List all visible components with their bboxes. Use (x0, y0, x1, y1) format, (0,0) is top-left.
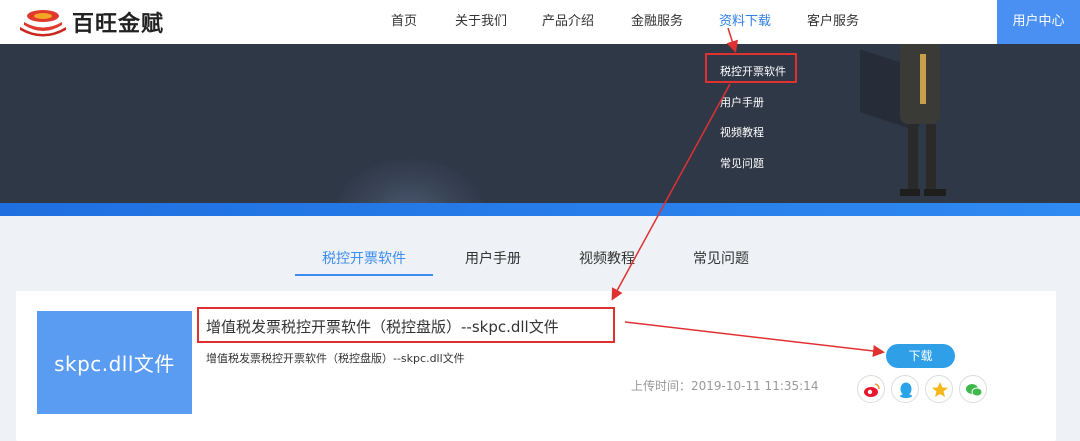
annotation-arrows (611, 27, 885, 357)
arrow-title-to-download (624, 321, 885, 357)
arrow-dropdown-to-title (611, 83, 731, 301)
arrow-nav-to-dropdown (726, 27, 738, 53)
